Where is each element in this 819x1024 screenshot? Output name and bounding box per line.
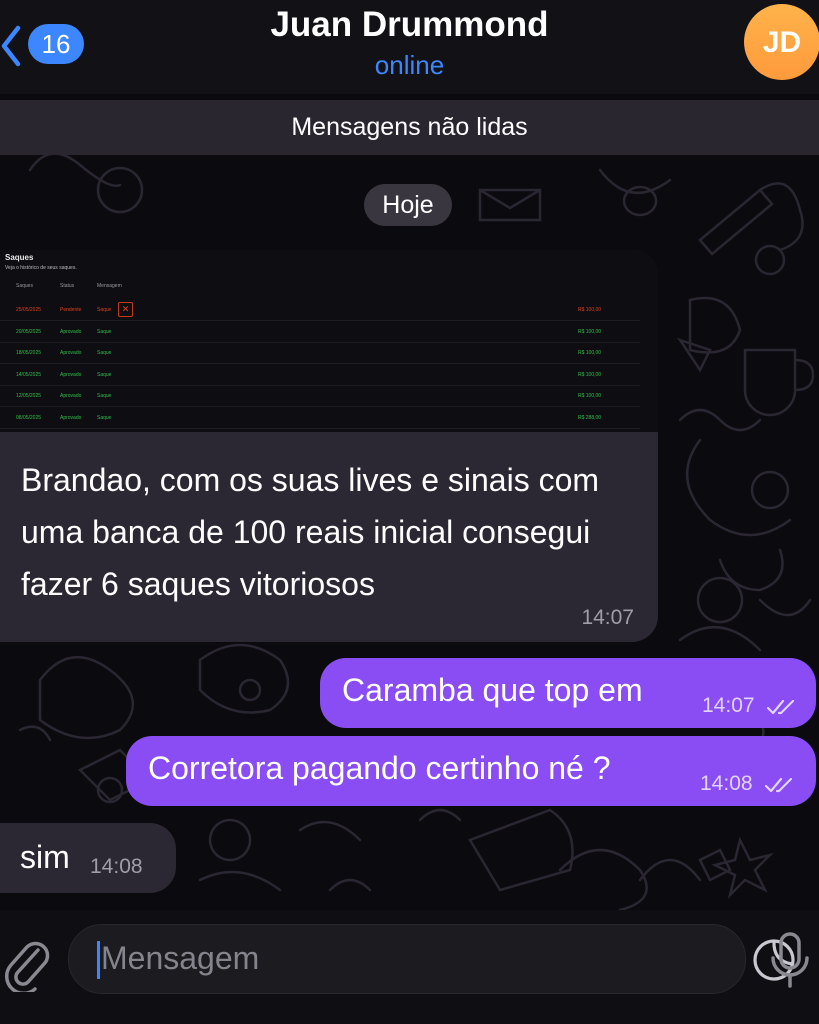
cell-amount: R$ 100,00 [578,307,602,313]
table-row: 25/05/2025 Pendente Saque R$ 100,00 ✕ [0,300,640,321]
message-time: 14:08 [700,772,753,795]
attach-button[interactable] [2,932,52,995]
text-caret [97,941,100,979]
double-check-icon [764,777,793,793]
table-row: 18/05/2025 Aprovado Saque R$ 100,00 [0,343,640,364]
microphone-icon [771,932,809,988]
cell-status: Pendente [60,307,82,313]
chat-header: 16 Juan Drummond online JD [0,0,819,94]
cell-message: Saque [97,307,112,313]
cell-amount: R$ 288,00 [578,414,602,421]
cell-date: 25/05/2025 [16,307,42,313]
cell-amount: R$ 100,00 [578,328,602,335]
double-check-icon [766,699,795,715]
table-row: 14/05/2025 Aprovado Saque R$ 100,00 [0,365,640,386]
message-time: 14:07 [581,606,634,629]
message-time: 14:07 [702,694,755,717]
cell-message: Saque [97,393,112,399]
contact-name[interactable]: Juan Drummond [0,5,819,45]
cell-status: Aprovado [60,328,82,335]
table-row: 08/05/2025 Aprovado Saque R$ 288,00 [0,408,640,429]
avatar[interactable]: JD [744,4,819,80]
cell-date: 08/05/2025 [16,414,42,421]
cell-date: 18/05/2025 [16,350,42,356]
message-input[interactable]: Mensagem [68,924,795,994]
cell-status: Aprovado [60,371,82,378]
cell-status: Aprovado [60,350,82,356]
cell-date: 14/05/2025 [16,371,42,378]
table-row: 12/05/2025 Aprovado Saque R$ 100,00 [0,386,640,407]
message-text: Brandao, com os suas lives e sinais com … [21,462,600,602]
cell-status: Aprovado [60,393,82,399]
cell-amount: R$ 100,00 [578,393,602,399]
screenshot-title: Saques [5,253,34,262]
outgoing-message[interactable]: Caramba que top em 14:07 [320,658,816,728]
incoming-message[interactable]: sim 14:08 [0,823,176,893]
incoming-message-with-image[interactable]: Saques Veja o histórico de seus saques. … [0,250,658,642]
cell-message: Saque [97,328,112,335]
cell-date: 12/05/2025 [16,393,42,399]
cell-amount: R$ 100,00 [578,371,602,378]
message-text: sim [20,839,70,875]
message-text: Corretora pagando certinho né ? [148,750,611,786]
screenshot-subtitle: Veja o histórico de seus saques. [5,265,77,271]
message-composer: Mensagem [0,910,819,1024]
message-time: 14:08 [90,855,143,878]
column-header-mensagem: Mensagem [97,283,122,289]
message-input-placeholder: Mensagem [101,940,260,976]
cell-message: Saque [97,371,112,378]
outgoing-message[interactable]: Corretora pagando certinho né ? 14:08 [126,736,816,806]
paperclip-icon [5,941,50,995]
table-row: 20/05/2025 Aprovado Saque R$ 100,00 [0,322,640,343]
message-text: Caramba que top em [342,672,643,708]
cell-message: Saque [97,414,112,421]
column-header-saques: Saques [16,283,33,289]
cell-status: Aprovado [60,414,82,421]
column-header-status: Status [60,283,75,289]
cell-message: Saque [97,350,112,356]
date-separator: Hoje [364,184,452,226]
close-icon: ✕ [118,302,133,317]
cell-date: 20/05/2025 [16,328,42,335]
cell-amount: R$ 100,00 [578,350,602,356]
attached-screenshot[interactable]: Saques Veja o histórico de seus saques. … [0,250,658,432]
unread-messages-banner: Mensagens não lidas [0,100,819,155]
contact-status: online [374,50,445,80]
voice-message-button[interactable] [766,930,814,994]
